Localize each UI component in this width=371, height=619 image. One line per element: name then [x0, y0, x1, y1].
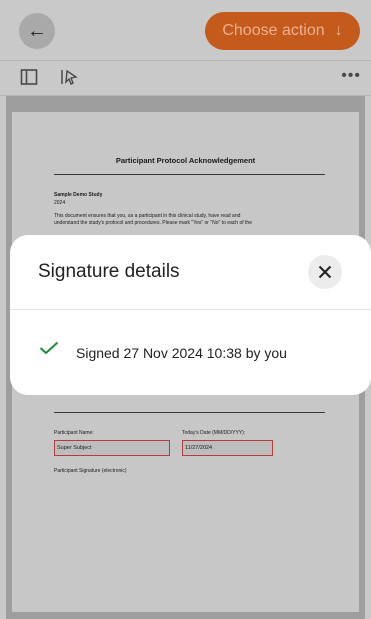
signature-status-text: Signed 27 Nov 2024 10:38 by you [76, 345, 287, 361]
close-icon [318, 265, 332, 279]
back-button[interactable]: ← [19, 13, 55, 49]
document-body: This document ensures that you, as a par… [54, 213, 324, 228]
body-line: understand the study's protocol and proc… [54, 220, 252, 227]
arrow-down-icon: ↓ [334, 22, 343, 39]
arrow-left-icon: ← [27, 19, 47, 42]
date-field[interactable]: 11/27/2024 [182, 440, 273, 456]
title-divider [54, 174, 325, 175]
dialog-title: Signature details [38, 261, 180, 282]
signature-label: Participant Signature (electronic) [54, 468, 127, 474]
dialog-divider [10, 309, 371, 310]
sidebar-panel-icon[interactable] [20, 68, 38, 91]
study-name: Sample Demo Study [54, 192, 103, 198]
body-line: This document ensures that you, as a par… [54, 213, 241, 219]
date-label: Today's Date (MM/DD/YYY): [182, 430, 246, 436]
more-horizontal-icon[interactable]: ••• [341, 67, 361, 85]
document-title: Participant Protocol Acknowledgement [115, 156, 256, 165]
close-button[interactable] [308, 255, 342, 289]
signature-details-dialog: Signature details Signed 27 Nov 2024 10:… [10, 235, 371, 395]
choose-action-label: Choose action [222, 22, 325, 39]
participant-name-field[interactable]: Super Subject [54, 440, 170, 456]
checkmark-icon [39, 341, 59, 355]
signature-divider [54, 412, 325, 413]
top-bar: ← Choose action ↓ [0, 0, 371, 60]
document-toolbar: ••• [0, 60, 371, 96]
study-year: 2024 [54, 200, 66, 206]
choose-action-button[interactable]: Choose action ↓ [205, 12, 360, 50]
select-cursor-icon[interactable] [60, 68, 80, 91]
participant-name-label: Participant Name: [54, 430, 94, 436]
